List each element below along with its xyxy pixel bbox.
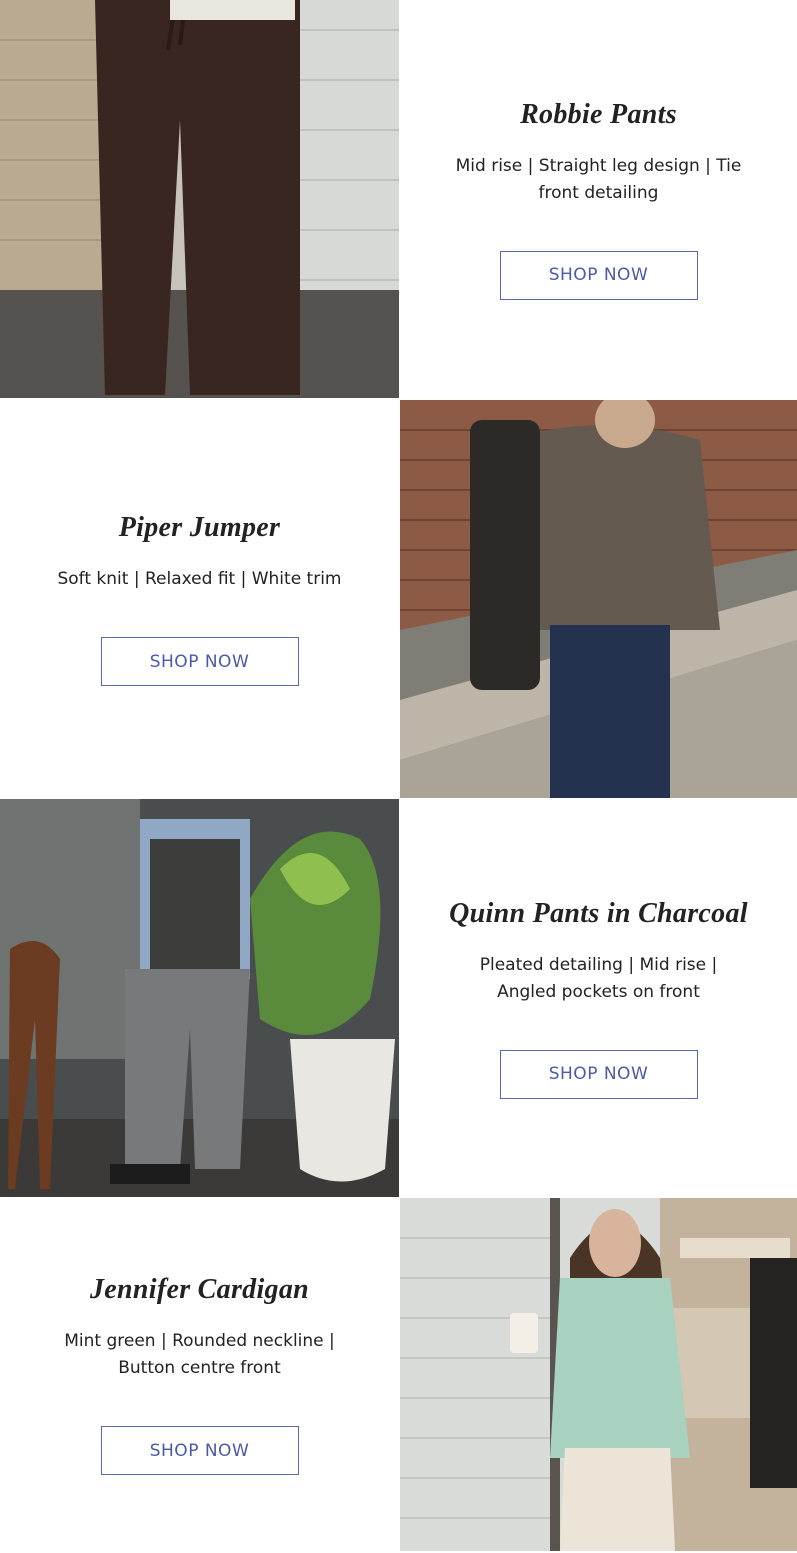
- product-description: Pleated detailing | Mid rise | Angled po…: [479, 954, 718, 1002]
- product-info-robbie-pants: Robbie Pants Mid rise | Straight leg des…: [400, 0, 797, 398]
- product-title: Piper Jumper: [118, 512, 281, 543]
- product-description: Mint green | Rounded neckline | Button c…: [64, 1331, 335, 1378]
- product-description: Mid rise | Straight leg design | Tie fro…: [455, 155, 742, 203]
- quinn-pants-photo: [0, 799, 399, 1197]
- product-row-piper-jumper: Piper Jumper Soft knit | Relaxed fit | W…: [0, 400, 797, 798]
- product-grid: Robbie Pants Mid rise | Straight leg des…: [0, 0, 797, 1553]
- shop-now-button[interactable]: SHOP NOW: [499, 250, 698, 300]
- product-info-piper-jumper: Piper Jumper Soft knit | Relaxed fit | W…: [0, 400, 399, 798]
- jennifer-cardigan-photo: [400, 1198, 797, 1551]
- product-title: Jennifer Cardigan: [89, 1274, 310, 1305]
- product-info-quinn-pants: Quinn Pants in Charcoal Pleated detailin…: [400, 799, 797, 1197]
- product-row-robbie-pants: Robbie Pants Mid rise | Straight leg des…: [0, 0, 797, 398]
- robbie-pants-photo: [0, 0, 399, 398]
- product-image-robbie-pants[interactable]: [0, 0, 399, 398]
- product-image-piper-jumper[interactable]: [400, 400, 797, 798]
- product-title: Quinn Pants in Charcoal: [449, 897, 748, 929]
- product-row-jennifer-cardigan: Jennifer Cardigan Mint green | Rounded n…: [0, 1198, 797, 1551]
- product-row-quinn-pants: Quinn Pants in Charcoal Pleated detailin…: [0, 799, 797, 1197]
- product-description: Soft knit | Relaxed fit | White trim: [57, 569, 342, 589]
- product-title: Robbie Pants: [520, 98, 677, 130]
- shop-now-button[interactable]: SHOP NOW: [499, 1049, 698, 1099]
- product-info-jennifer-cardigan: Jennifer Cardigan Mint green | Rounded n…: [0, 1198, 399, 1551]
- piper-jumper-photo: [400, 400, 797, 798]
- product-image-quinn-pants[interactable]: [0, 799, 399, 1197]
- shop-now-button[interactable]: SHOP NOW: [100, 1426, 299, 1475]
- shop-now-button[interactable]: SHOP NOW: [100, 637, 299, 686]
- product-image-jennifer-cardigan[interactable]: [400, 1198, 797, 1551]
